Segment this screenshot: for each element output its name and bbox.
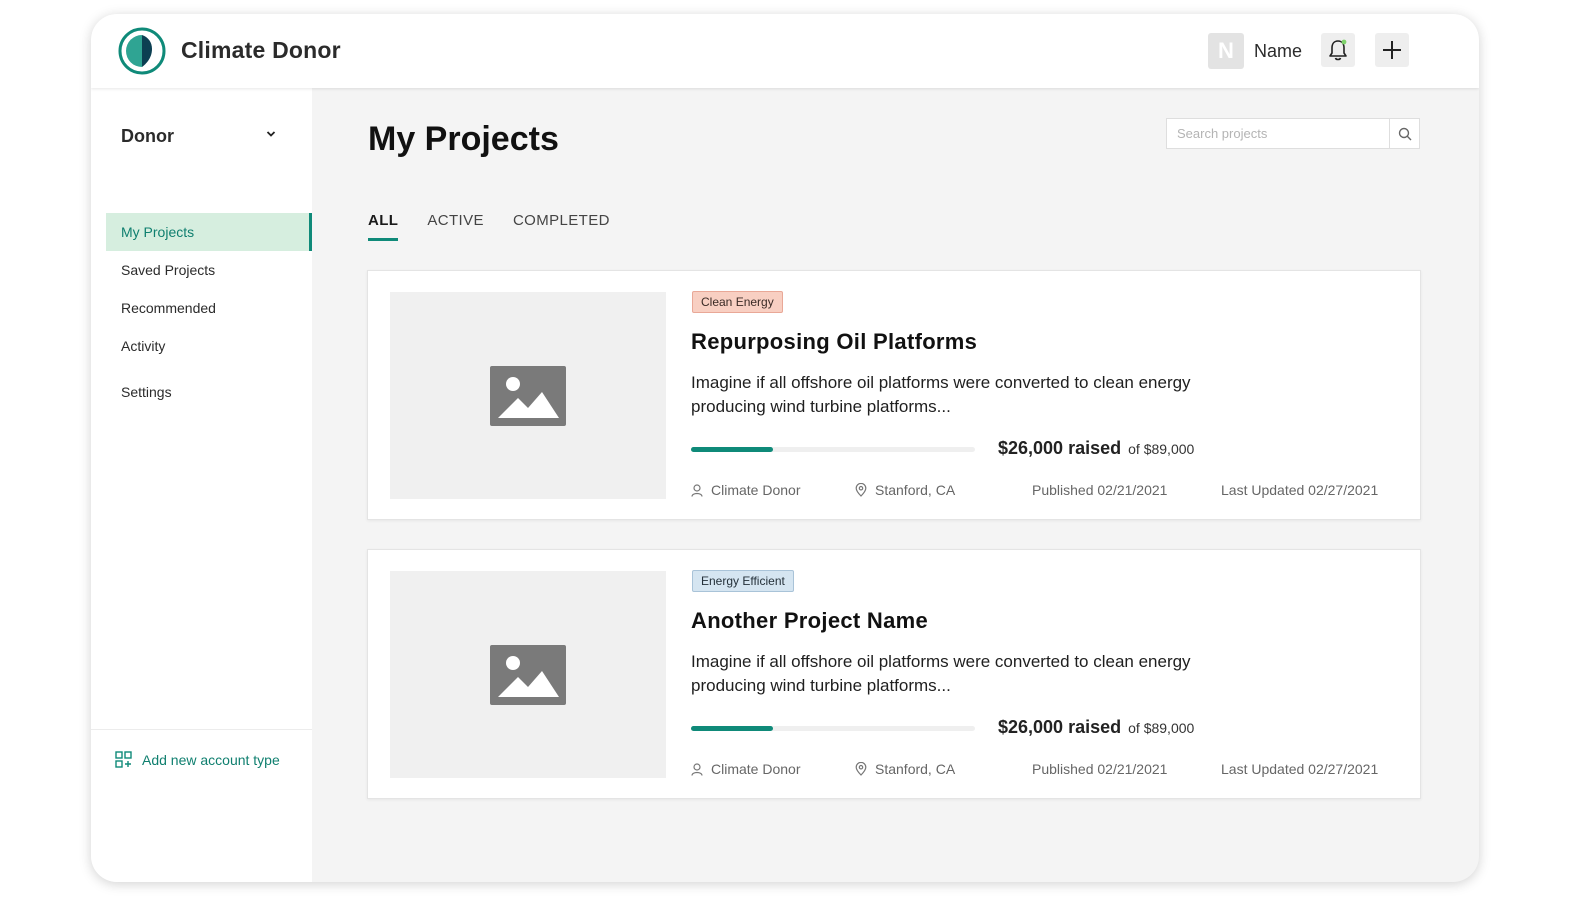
amount-raised: $26,000 raised of $89,000 — [998, 438, 1194, 459]
notifications-button[interactable] — [1321, 33, 1355, 67]
sidebar: Donor My Projects Saved Projects Recomme… — [91, 88, 312, 882]
project-description: Imagine if all offshore oil platforms we… — [691, 652, 1191, 695]
goal-amount-text: of $89,000 — [1128, 720, 1195, 736]
published-date: Published 02/21/2021 — [1032, 482, 1168, 498]
sidebar-item-my-projects[interactable]: My Projects — [106, 213, 312, 251]
climate-donor-logo[interactable] — [118, 27, 166, 75]
category-tag[interactable]: Clean Energy — [692, 291, 783, 313]
project-title[interactable]: Another Project Name — [691, 608, 928, 634]
location-pin-icon — [855, 483, 867, 497]
add-account-type-link[interactable]: Add new account type — [115, 751, 280, 768]
user-name[interactable]: Name — [1254, 41, 1302, 62]
project-location: Stanford, CA — [855, 761, 955, 777]
funding-progress-fill — [691, 447, 774, 452]
location-text: Stanford, CA — [875, 761, 956, 777]
project-card[interactable]: Clean Energy Repurposing Oil Platforms I… — [367, 270, 1421, 520]
search-box — [1166, 118, 1420, 149]
project-author: Climate Donor — [691, 482, 800, 498]
tab-all[interactable]: ALL — [368, 212, 399, 242]
last-updated-date: Last Updated 02/27/2021 — [1221, 761, 1379, 777]
category-tag[interactable]: Energy Efficient — [692, 570, 794, 592]
search-input[interactable] — [1167, 119, 1389, 148]
add-account-type-label: Add new account type — [142, 751, 280, 768]
project-location: Stanford, CA — [855, 482, 955, 498]
published-date: Published 02/21/2021 — [1032, 761, 1168, 777]
app-window: Climate Donor N Name Donor My Projects S… — [91, 14, 1479, 882]
grid-add-icon — [115, 751, 132, 768]
chevron-down-icon — [266, 131, 276, 137]
add-button[interactable] — [1375, 33, 1409, 67]
funding-progress-bar — [691, 726, 975, 731]
author-name: Climate Donor — [711, 482, 801, 498]
project-author: Climate Donor — [691, 761, 800, 777]
last-updated-date: Last Updated 02/27/2021 — [1221, 482, 1379, 498]
sidebar-item-recommended[interactable]: Recommended — [106, 289, 312, 327]
sidebar-divider — [91, 729, 312, 730]
app-title: Climate Donor — [181, 37, 341, 63]
user-icon — [691, 762, 703, 776]
search-icon — [1398, 127, 1412, 140]
bell-icon — [1329, 39, 1347, 61]
funding-progress-fill — [691, 726, 774, 731]
project-description: Imagine if all offshore oil platforms we… — [691, 373, 1191, 416]
sidebar-nav: My Projects Saved Projects Recommended A… — [106, 213, 312, 411]
user-icon — [691, 483, 703, 497]
page-title: My Projects — [368, 120, 559, 158]
raised-amount-text: $26,000 raised — [998, 717, 1122, 737]
account-type-dropdown[interactable]: Donor — [121, 126, 281, 150]
goal-amount-text: of $89,000 — [1128, 441, 1195, 457]
image-placeholder-icon — [490, 365, 566, 426]
sidebar-item-saved-projects[interactable]: Saved Projects — [106, 251, 312, 289]
funding-progress-bar — [691, 447, 975, 452]
location-pin-icon — [855, 762, 867, 776]
project-tabs: ALL ACTIVE COMPLETED — [368, 212, 639, 242]
author-name: Climate Donor — [711, 761, 801, 777]
sidebar-item-settings[interactable]: Settings — [106, 373, 312, 411]
plus-icon — [1383, 41, 1401, 59]
avatar[interactable]: N — [1208, 33, 1244, 69]
location-text: Stanford, CA — [875, 482, 956, 498]
tab-active[interactable]: ACTIVE — [427, 212, 484, 242]
project-card[interactable]: Energy Efficient Another Project Name Im… — [367, 549, 1421, 799]
search-button[interactable] — [1389, 119, 1420, 148]
amount-raised: $26,000 raised of $89,000 — [998, 717, 1194, 738]
project-title[interactable]: Repurposing Oil Platforms — [691, 329, 977, 355]
account-type-label: Donor — [121, 126, 174, 146]
project-image-placeholder — [390, 292, 666, 499]
project-image-placeholder — [390, 571, 666, 778]
tab-completed[interactable]: COMPLETED — [513, 212, 610, 242]
image-placeholder-icon — [490, 644, 566, 705]
top-bar: Climate Donor N Name — [91, 14, 1479, 88]
sidebar-item-activity[interactable]: Activity — [106, 327, 312, 365]
raised-amount-text: $26,000 raised — [998, 438, 1122, 458]
